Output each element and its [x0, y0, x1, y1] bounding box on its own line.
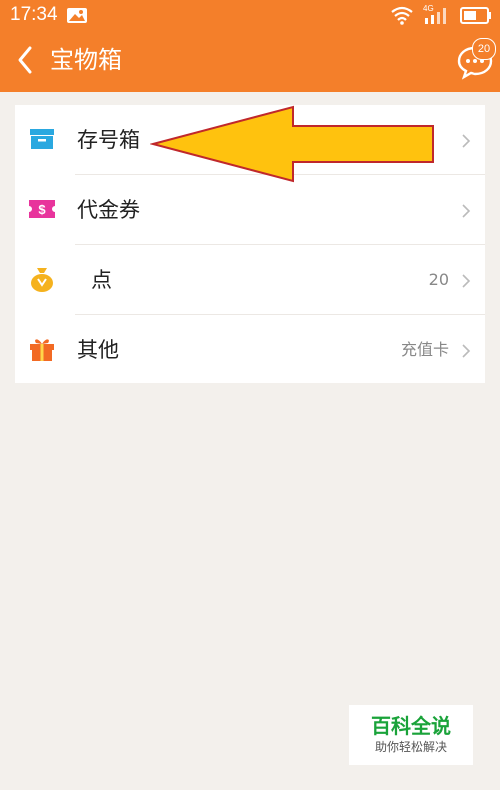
svg-text:$: $: [38, 202, 46, 217]
gift-icon: [30, 339, 54, 361]
message-count-badge: 20: [472, 38, 496, 60]
chevron-right-icon: [462, 344, 471, 358]
nav-bar: 宝物箱 20: [0, 30, 500, 92]
list-item-coupon[interactable]: $ 代金券: [15, 175, 485, 245]
watermark-main-text: 百科全说: [371, 714, 451, 738]
image-notification-icon: [67, 8, 87, 23]
watermark-sub-text: 助你轻松解决: [374, 740, 447, 754]
status-time: 17:34: [10, 4, 58, 25]
signal-icon: [425, 8, 446, 24]
status-bar: 17:34 4G: [0, 0, 500, 30]
list-item-label: 存号箱: [77, 128, 140, 152]
battery-icon: [460, 7, 491, 24]
back-icon[interactable]: [12, 44, 40, 76]
chevron-right-icon: [462, 134, 471, 148]
chevron-right-icon: [462, 204, 471, 218]
list-item-label: 其他: [77, 338, 119, 362]
list-item-label: 点: [91, 268, 112, 292]
annotation-arrow: [150, 105, 434, 183]
chevron-right-icon: [462, 274, 471, 288]
wifi-icon: [391, 6, 413, 25]
page-title: 宝物箱: [50, 46, 122, 74]
money-bag-icon: [31, 268, 53, 292]
list-item-other[interactable]: 其他 充值卡: [15, 315, 485, 385]
archive-box-icon: [30, 129, 54, 149]
coupon-icon: $: [27, 200, 57, 218]
list-item-label: 代金券: [77, 198, 140, 222]
list-item-value: 20: [428, 270, 449, 289]
app-header: 17:34 4G 宝物箱 20: [0, 0, 500, 92]
watermark-logo: 百科全说 助你轻松解决: [349, 705, 473, 765]
list-item-value: 充值卡: [400, 340, 449, 359]
list-item-points[interactable]: 点 20: [15, 245, 485, 315]
